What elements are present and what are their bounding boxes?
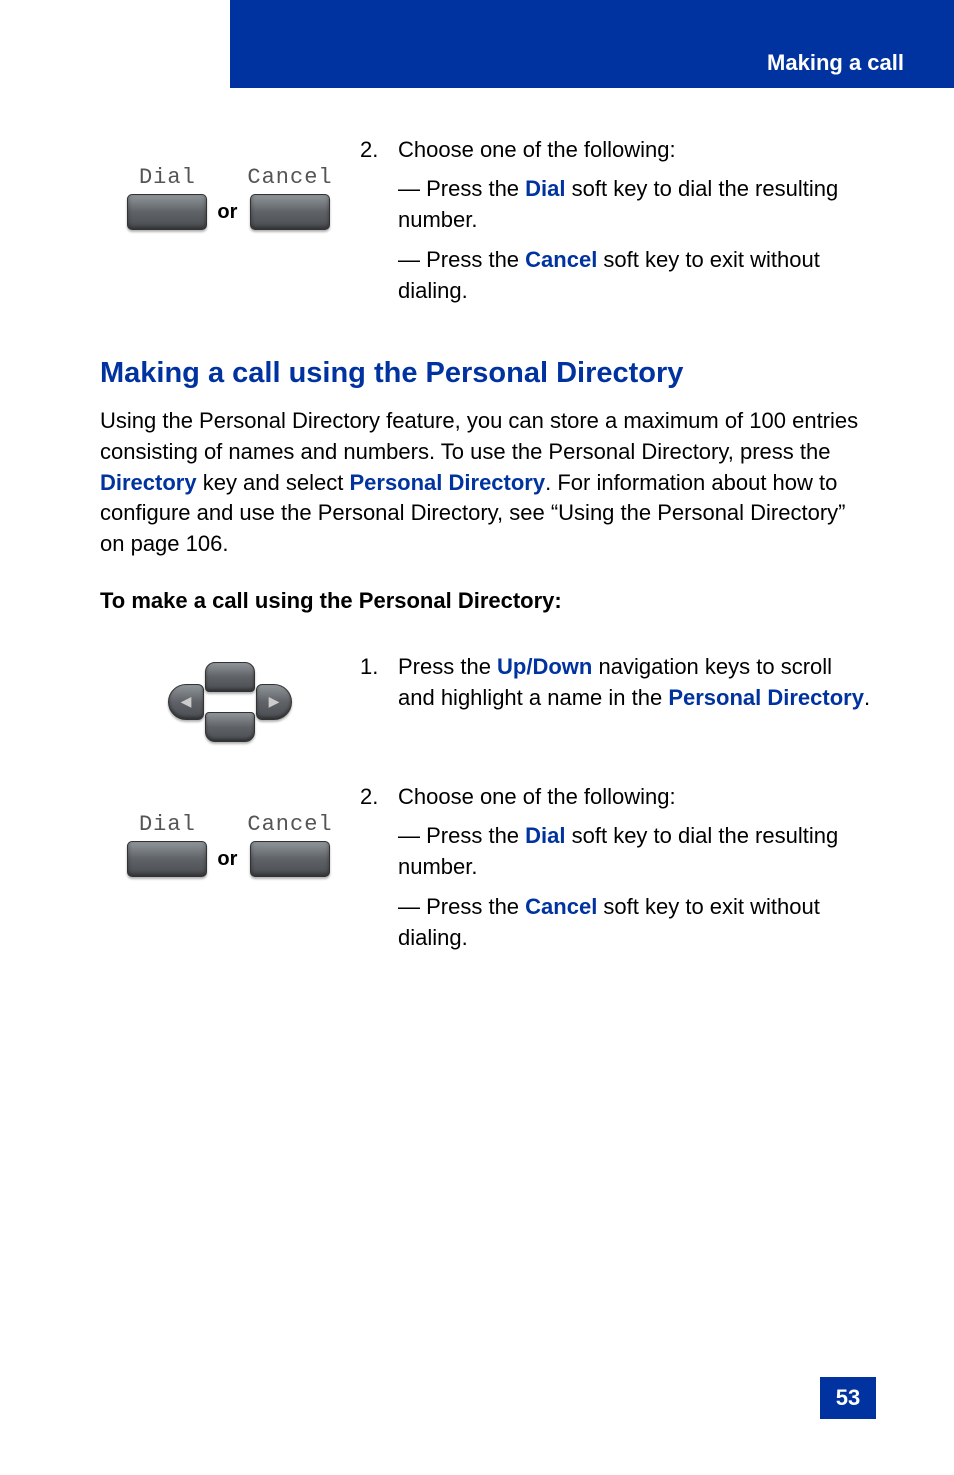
personal-directory-keyword: Personal Directory — [668, 685, 864, 710]
step-2-top-text: 2. Choose one of the following: — Press … — [360, 135, 874, 317]
cancel-keyword: Cancel — [525, 247, 597, 272]
navigation-pad-icon: ◀ ▶ — [160, 662, 300, 742]
or-text: or — [217, 171, 237, 224]
dial-soft-key-icon — [127, 841, 207, 877]
page-number: 53 — [820, 1377, 876, 1419]
cancel-soft-key-icon — [250, 194, 330, 230]
text: — Press the — [398, 176, 525, 201]
dial-soft-key-icon — [127, 194, 207, 230]
sub-item-cancel: — Press the Cancel soft key to exit with… — [398, 892, 874, 954]
softkey-cluster: Dial or Cancel — [100, 782, 360, 877]
text: key and select — [197, 470, 350, 495]
text: Press the — [398, 654, 497, 679]
step-number: 2. — [360, 782, 384, 813]
header-bar: Making a call — [230, 0, 954, 88]
step-number: 2. — [360, 135, 384, 166]
dial-label: Dial — [139, 165, 196, 190]
sub-item-dial: — Press the Dial soft key to dial the re… — [398, 821, 874, 883]
dial-keyword: Dial — [525, 823, 565, 848]
nav-right-icon: ▶ — [256, 684, 292, 720]
cancel-softkey-group: Cancel — [247, 165, 332, 230]
nav-up-icon — [205, 662, 255, 692]
text: — Press the — [398, 894, 525, 919]
nav-left-icon: ◀ — [168, 684, 204, 720]
step-2-top: Dial or Cancel 2. Choose one of the foll… — [100, 135, 874, 317]
header-title: Making a call — [767, 50, 904, 76]
cancel-keyword: Cancel — [525, 894, 597, 919]
dial-softkey-group: Dial — [127, 165, 207, 230]
step-1-text: 1. Press the Up/Down navigation keys to … — [360, 652, 874, 722]
step-number: 1. — [360, 652, 384, 714]
step-1: ◀ ▶ 1. Press the Up/Down navigation keys… — [100, 652, 874, 742]
step-2-bottom: Dial or Cancel 2. Choose one of the foll… — [100, 782, 874, 964]
text: . — [864, 685, 870, 710]
dial-label: Dial — [139, 812, 196, 837]
nav-down-icon — [205, 712, 255, 742]
sub-item-dial: — Press the Dial soft key to dial the re… — [398, 174, 874, 236]
step-intro: Choose one of the following: — [398, 135, 676, 166]
softkey-cluster: Dial or Cancel — [100, 135, 360, 230]
cancel-soft-key-icon — [250, 841, 330, 877]
text: — Press the — [398, 823, 525, 848]
text: — Press the — [398, 247, 525, 272]
or-text: or — [217, 818, 237, 871]
section-body: Using the Personal Directory feature, yo… — [100, 406, 874, 560]
page-content: Dial or Cancel 2. Choose one of the foll… — [100, 135, 874, 1004]
step-intro: Choose one of the following: — [398, 782, 676, 813]
step-2-bottom-text: 2. Choose one of the following: — Press … — [360, 782, 874, 964]
sub-item-cancel: — Press the Cancel soft key to exit with… — [398, 245, 874, 307]
directory-keyword: Directory — [100, 470, 197, 495]
navigation-cluster: ◀ ▶ — [100, 652, 360, 742]
cancel-softkey-group: Cancel — [247, 812, 332, 877]
personal-directory-keyword: Personal Directory — [349, 470, 545, 495]
text: Using the Personal Directory feature, yo… — [100, 408, 858, 464]
cancel-label: Cancel — [247, 812, 332, 837]
step-body: Press the Up/Down navigation keys to scr… — [398, 652, 874, 714]
updown-keyword: Up/Down — [497, 654, 592, 679]
procedure-heading: To make a call using the Personal Direct… — [100, 588, 874, 614]
dial-keyword: Dial — [525, 176, 565, 201]
cancel-label: Cancel — [247, 165, 332, 190]
section-heading: Making a call using the Personal Directo… — [100, 357, 874, 390]
dial-softkey-group: Dial — [127, 812, 207, 877]
